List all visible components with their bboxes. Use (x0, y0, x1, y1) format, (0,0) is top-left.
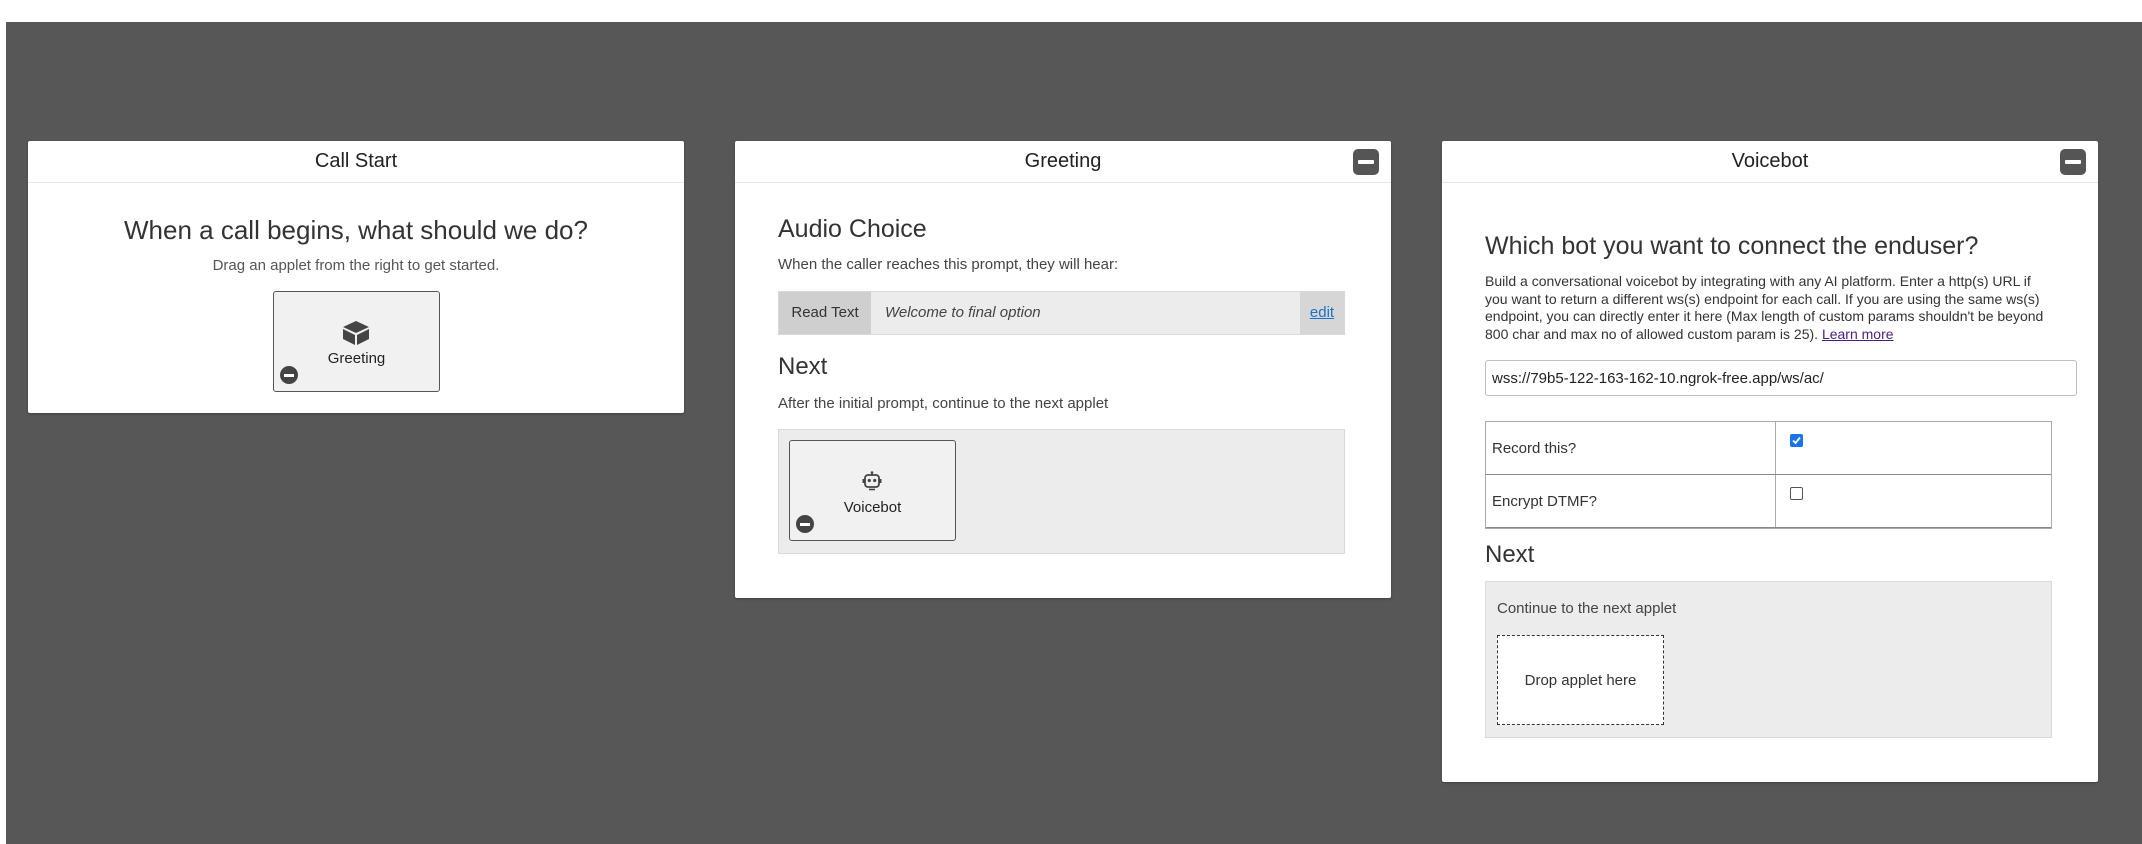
voicebot-applet-tile[interactable]: Voicebot (789, 440, 956, 541)
encrypt-dtmf-checkbox-cell (1776, 475, 2051, 527)
greeting-applet-tile[interactable]: Greeting (273, 291, 440, 392)
voicebot-next-dropzone: Continue to the next applet Drop applet … (1485, 581, 2052, 738)
record-row: Record this? (1486, 422, 2051, 475)
encrypt-dtmf-row: Encrypt DTMF? (1486, 475, 2051, 528)
greeting-next-heading: Next (778, 353, 828, 380)
greeting-tile-label: Greeting (327, 350, 386, 367)
record-checkbox-cell (1776, 422, 2051, 474)
checkmark-icon (1792, 436, 1801, 445)
flow-canvas: Call Start When a call begins, what shou… (6, 22, 2142, 844)
greeting-next-description: After the initial prompt, continue to th… (778, 395, 1109, 412)
call-start-hint: Drag an applet from the right to get sta… (212, 257, 500, 274)
call-start-title: Call Start (314, 150, 398, 172)
cube-icon (342, 320, 370, 351)
record-checkbox[interactable] (1790, 434, 1803, 447)
encrypt-dtmf-label-cell: Encrypt DTMF? (1486, 475, 1776, 527)
remove-voicebot-icon[interactable] (796, 515, 814, 533)
greeting-card: Greeting Audio Choice When the caller re… (735, 141, 1391, 598)
voicebot-header: Voicebot (1442, 141, 2098, 183)
prompt-text-value: Welcome to final option (885, 304, 1041, 321)
greeting-title: Greeting (1024, 150, 1102, 172)
voicebot-title: Voicebot (1731, 150, 1809, 172)
voicebot-next-heading: Next (1485, 541, 1535, 568)
robot-icon (862, 471, 882, 496)
audio-choice-description: When the caller reaches this prompt, the… (778, 256, 1119, 273)
drop-applet-label: Drop applet here (1524, 671, 1637, 689)
collapse-greeting-button[interactable] (1353, 149, 1379, 175)
learn-more-link[interactable]: Learn more (1822, 326, 1894, 342)
websocket-url-input[interactable] (1485, 360, 2077, 396)
read-text-label[interactable]: Read Text (779, 292, 871, 334)
encrypt-dtmf-label: Encrypt DTMF? (1492, 492, 1598, 510)
remove-greeting-icon[interactable] (280, 366, 298, 384)
read-text-row: Read Text Welcome to final option edit (778, 291, 1345, 335)
collapse-voicebot-button[interactable] (2060, 149, 2086, 175)
record-label-cell: Record this? (1486, 422, 1776, 474)
voicebot-question: Which bot you want to connect the enduse… (1485, 232, 1979, 260)
edit-link[interactable]: edit (1300, 292, 1344, 334)
voicebot-tile-label: Voicebot (843, 499, 902, 516)
greeting-header: Greeting (735, 141, 1391, 183)
call-start-header: Call Start (28, 141, 684, 183)
voicebot-description: Build a conversational voicebot by integ… (1485, 273, 2044, 342)
voicebot-card: Voicebot Which bot you want to connect t… (1442, 141, 2098, 782)
call-start-question: When a call begins, what should we do? (124, 215, 588, 245)
voicebot-description-block: Build a conversational voicebot by integ… (1485, 273, 2055, 343)
audio-choice-heading: Audio Choice (778, 215, 927, 243)
encrypt-dtmf-checkbox[interactable] (1790, 487, 1803, 500)
call-start-card: Call Start When a call begins, what shou… (28, 141, 684, 413)
drop-applet-target[interactable]: Drop applet here (1497, 635, 1664, 725)
voicebot-next-description: Continue to the next applet (1497, 600, 1677, 617)
record-label: Record this? (1492, 439, 1577, 457)
options-table: Record this? Encrypt DTMF? (1485, 421, 2052, 529)
greeting-next-dropzone[interactable]: Voicebot (778, 429, 1345, 554)
